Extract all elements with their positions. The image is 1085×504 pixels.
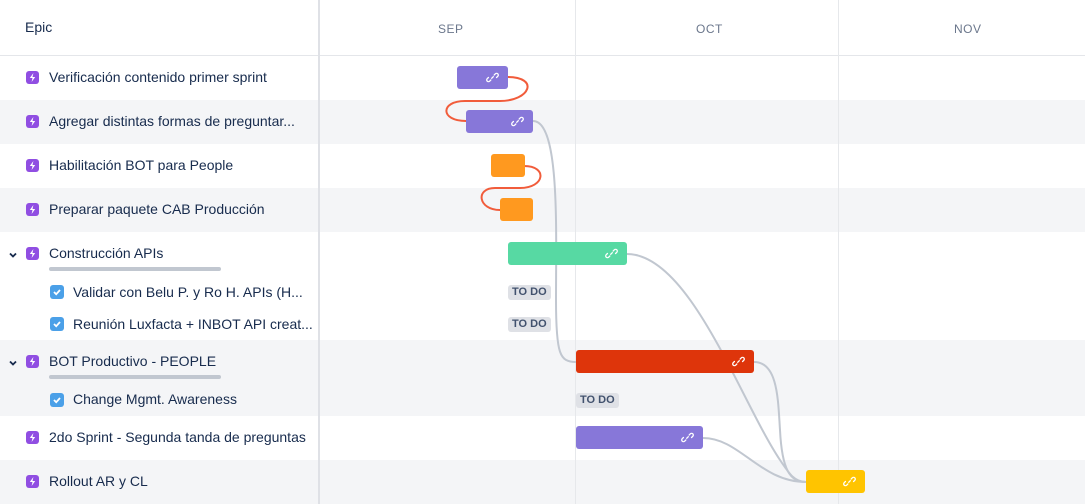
link-icon[interactable] — [486, 71, 499, 84]
status-badge: TO DO — [508, 285, 551, 300]
timeline-bar[interactable] — [806, 470, 865, 493]
timeline-bar[interactable] — [457, 66, 508, 89]
timeline-bar[interactable] — [508, 242, 627, 265]
timeline-bar[interactable] — [576, 426, 703, 449]
link-icon[interactable] — [843, 475, 856, 488]
timeline-bar[interactable] — [500, 198, 533, 221]
link-icon[interactable] — [732, 355, 745, 368]
timeline-bar[interactable] — [576, 350, 754, 373]
status-badge: TO DO — [576, 393, 619, 408]
link-icon[interactable] — [605, 247, 618, 260]
timeline-bar[interactable] — [466, 110, 533, 133]
link-icon[interactable] — [511, 115, 524, 128]
timeline-bar[interactable] — [491, 154, 525, 177]
link-icon[interactable] — [681, 431, 694, 444]
status-badge: TO DO — [508, 317, 551, 332]
